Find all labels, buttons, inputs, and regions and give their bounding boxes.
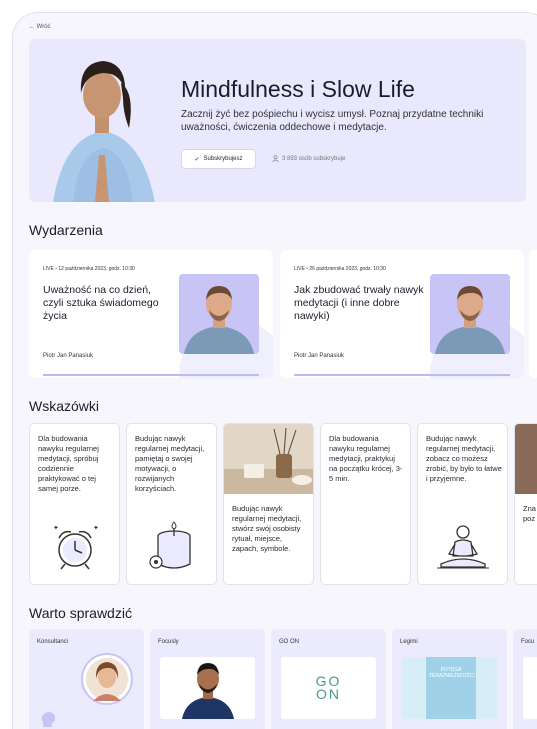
- event-title: Uważność na co dzień, czyli sztuka świad…: [43, 284, 159, 322]
- event-author: Piotr Jan Panasiuk: [294, 353, 345, 359]
- check-icon: ✓: [194, 156, 200, 163]
- live-badge: LIVE: [43, 266, 54, 272]
- card-label: Focu: [521, 639, 535, 645]
- head-icon: [41, 712, 56, 727]
- event-card-peek[interactable]: [529, 250, 537, 378]
- tips-section-title: Wskazówki: [29, 398, 100, 414]
- meditating-woman-image: [53, 61, 155, 202]
- focusly-card[interactable]: Focusly: [150, 629, 265, 729]
- hero-description: Zacznij żyć bez pośpiechu i wycisz umysł…: [181, 109, 484, 133]
- live-badge: LIVE: [294, 266, 305, 272]
- card-label: Legimi: [400, 639, 418, 645]
- photo: [515, 424, 537, 494]
- focusly-image: [160, 657, 255, 719]
- tip-card[interactable]: Zna coo na n Naw reg poz róż: [514, 423, 537, 585]
- speaker-photo: [179, 274, 259, 354]
- event-date: 26 października 2023, godz. 10:30: [309, 266, 386, 272]
- event-date: 12 października 2023, godz. 10:30: [58, 266, 135, 272]
- card-bar: [43, 374, 259, 376]
- card-label: Focusly: [158, 639, 179, 645]
- legimi-card[interactable]: Legimi POTĘGA TERAŹNIEJSZOŚCI: [392, 629, 507, 729]
- tip-card[interactable]: Budując nawyk regularnej medytacji, stwó…: [223, 423, 314, 585]
- meditating-person-icon: [437, 525, 489, 569]
- card-bar: [294, 374, 510, 376]
- speaker-photo: [430, 274, 510, 354]
- event-meta: LIVE • 12 października 2023, godz. 10:30: [43, 266, 135, 272]
- consultant-avatar: [81, 653, 133, 705]
- aroma-photo: [224, 424, 313, 494]
- subscribers-count: 3 893 osób subskrybuje: [272, 155, 345, 162]
- check-section-title: Warto sprawdzić: [29, 605, 132, 621]
- tip-card[interactable]: Budując nawyk regularnej medytacji, pami…: [126, 423, 217, 585]
- page-title: Mindfulness i Slow Life: [181, 76, 415, 102]
- book-cover: POTĘGA TERAŹNIEJSZOŚCI: [402, 657, 497, 719]
- focus-card[interactable]: Focu: [513, 629, 537, 729]
- app-frame: ← Wróć Mindfulness i Slow Life Zacznij ż…: [12, 12, 537, 729]
- consultants-card[interactable]: Konsultanci: [29, 629, 144, 729]
- candle-icon: [149, 521, 191, 569]
- back-link[interactable]: ← Wróć: [29, 24, 51, 30]
- focus-image: [523, 657, 537, 719]
- alarm-clock-icon: ✦ ✦: [53, 524, 99, 570]
- book-title: POTĘGA TERAŹNIEJSZOŚCI: [429, 667, 475, 679]
- tip-card[interactable]: Dla budowania nawyku regularnej medytacj…: [320, 423, 411, 585]
- event-meta: LIVE • 26 października 2023, godz. 10:30: [294, 266, 386, 272]
- tip-text: Budując nawyk regularnej medytacji, pami…: [135, 434, 205, 493]
- go-on-logo: GO ON: [281, 657, 376, 719]
- go-on-card[interactable]: GO ON GO ON: [271, 629, 386, 729]
- tip-text: Dla budowania nawyku regularnej medytacj…: [38, 434, 99, 493]
- subscribe-label: Subskrybujesz: [203, 156, 243, 162]
- event-card[interactable]: LIVE • 26 października 2023, godz. 10:30…: [280, 250, 524, 378]
- tip-text: Dla budowania nawyku regularnej medytacj…: [329, 434, 403, 483]
- event-title: Jak zbudować trwały nawyk medytacji (i i…: [294, 284, 424, 322]
- tip-text: Budując nawyk regularnej medytacji, stwó…: [232, 504, 302, 553]
- svg-text:✦: ✦: [53, 524, 59, 532]
- hero-banner: Mindfulness i Slow Life Zacznij żyć bez …: [29, 39, 526, 202]
- subscribers-text: 3 893 osób subskrybuje: [282, 155, 346, 162]
- event-card[interactable]: LIVE • 12 października 2023, godz. 10:30…: [29, 250, 273, 378]
- card-label: GO ON: [279, 639, 300, 645]
- event-author: Piotr Jan Panasiuk: [43, 353, 94, 359]
- logo-text-bottom: ON: [316, 686, 341, 702]
- svg-text:✦: ✦: [93, 524, 99, 532]
- card-label: Konsultanci: [37, 639, 69, 645]
- tip-card[interactable]: Budując nawyk regularnej medytacji, zoba…: [417, 423, 508, 585]
- events-section-title: Wydarzenia: [29, 222, 103, 238]
- person-icon: [272, 155, 279, 162]
- subscribe-button[interactable]: ✓ Subskrybujesz: [181, 149, 256, 169]
- tip-text: Zna coo na n Naw reg poz róż: [523, 504, 537, 523]
- tip-card[interactable]: Dla budowania nawyku regularnej medytacj…: [29, 423, 120, 585]
- tip-text: Budując nawyk regularnej medytacji, zoba…: [426, 434, 502, 483]
